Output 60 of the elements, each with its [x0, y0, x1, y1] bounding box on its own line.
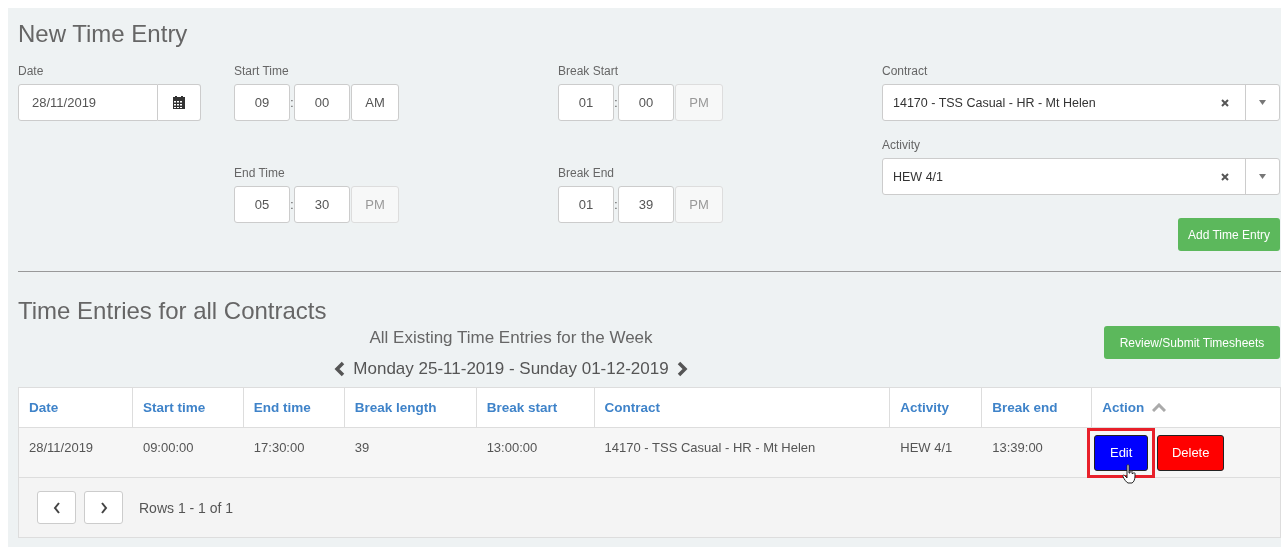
sort-caret-icon — [1152, 403, 1167, 412]
hour-field[interactable]: 09 — [234, 84, 290, 121]
minute-field[interactable]: 00 — [294, 84, 350, 121]
table-cell-text: HEW 4/1 — [899, 439, 954, 457]
table-cell-text: 13:39:00 — [991, 439, 1044, 457]
column-header[interactable]: Contract — [594, 388, 891, 427]
column-header[interactable]: Date — [19, 388, 133, 427]
meridian-toggle[interactable]: AM — [351, 84, 399, 121]
pagination-info: Rows 1 - 1 of 1 — [139, 499, 234, 516]
table-caption: All Existing Time Entries for the Week — [369, 327, 653, 349]
column-header[interactable]: Start time — [132, 388, 244, 427]
chevron-right-icon — [99, 501, 108, 514]
hour-field[interactable]: 05 — [234, 186, 290, 223]
field-label: Break End — [558, 166, 616, 182]
add-time-entry-button[interactable]: Add Time Entry — [1177, 218, 1280, 251]
column-header[interactable]: Action — [1092, 388, 1280, 427]
minute-field[interactable]: 39 — [618, 186, 674, 223]
chevron-left-icon[interactable] — [333, 361, 346, 377]
calendar-button[interactable] — [158, 84, 201, 121]
field-label: Start Time — [234, 64, 290, 80]
week-range: Monday 25-11-2019 - Sunday 01-12-2019 — [353, 359, 669, 379]
field-label: Break Start — [558, 64, 620, 80]
caret-icon — [1259, 174, 1266, 179]
minute-field[interactable]: 30 — [294, 186, 350, 223]
table-cell-text: 13:00:00 — [485, 439, 539, 457]
field-label: Contract — [882, 64, 929, 80]
table-cell-text: 17:30:00 — [252, 439, 306, 457]
section-title: Time Entries for all Contracts — [18, 297, 328, 325]
column-header[interactable]: Break start — [476, 388, 595, 427]
field-label: Date — [18, 64, 45, 80]
date-field[interactable]: 28/11/2019 — [18, 84, 158, 121]
column-header[interactable]: Break length — [344, 388, 477, 427]
field-label: End Time — [234, 166, 286, 182]
table-cell-text: 14170 - TSS Casual - HR - Mt Helen — [603, 439, 817, 457]
chevron-right-icon[interactable] — [676, 361, 689, 377]
caret-icon — [1259, 100, 1266, 105]
table-cell-text: 39 — [353, 439, 371, 457]
table-cell-text: 28/11/2019 — [28, 439, 95, 457]
review-submit-button[interactable]: Review/Submit Timesheets — [1104, 326, 1280, 359]
select-field[interactable]: 14170 - TSS Casual - HR - Mt Helen — [882, 84, 1280, 121]
hour-field[interactable]: 01 — [558, 186, 614, 223]
section-title: New Time Entry — [18, 20, 189, 48]
hour-field[interactable]: 01 — [558, 84, 614, 121]
column-header[interactable]: Activity — [890, 388, 983, 427]
column-header[interactable]: Break end — [982, 388, 1093, 427]
time-separator: : — [290, 95, 294, 110]
edit-button[interactable]: Edit — [1094, 434, 1149, 471]
select-field[interactable]: HEW 4/1 — [882, 158, 1280, 195]
delete-button[interactable]: Delete — [1157, 434, 1225, 471]
table-cell-text: 09:00:00 — [141, 439, 195, 457]
chevron-left-icon — [52, 501, 61, 514]
clear-icon[interactable] — [1221, 172, 1229, 181]
field-label: Activity — [882, 138, 921, 154]
clear-icon[interactable] — [1221, 98, 1229, 107]
calendar-icon — [173, 96, 185, 109]
time-separator: : — [614, 197, 618, 212]
column-header[interactable]: End time — [243, 388, 345, 427]
minute-field[interactable]: 00 — [618, 84, 674, 121]
time-separator: : — [614, 95, 618, 110]
time-separator: : — [290, 197, 294, 212]
